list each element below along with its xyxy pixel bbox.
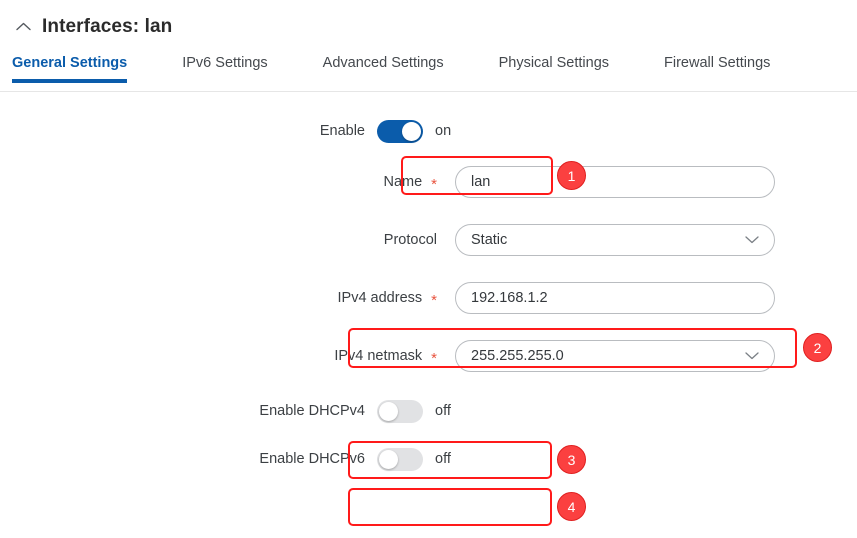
tab-bar: General Settings IPv6 Settings Advanced … (0, 56, 857, 92)
enable-label: Enable (319, 123, 365, 139)
required-marker: * (431, 175, 437, 193)
ipv4-netmask-select[interactable]: 255.255.255.0 (455, 340, 775, 372)
enable-dhcpv4-label: Enable DHCPv4 (259, 403, 365, 419)
protocol-row: Protocol Static (0, 218, 857, 262)
chevron-down-icon (745, 236, 759, 244)
enable-dhcpv6-state-text: off (435, 451, 451, 467)
name-row: Name * lan (0, 160, 857, 204)
general-settings-form: Enable on Name * lan Protocol Static IPv… (0, 112, 857, 478)
required-marker: * (431, 349, 437, 367)
annotation-box-4 (348, 488, 552, 526)
ipv4-netmask-value: 255.255.255.0 (471, 348, 564, 364)
enable-state-text: on (435, 123, 452, 139)
name-label: Name (383, 174, 423, 190)
chevron-up-icon[interactable] (15, 18, 31, 34)
tab-advanced-settings[interactable]: Advanced Settings (323, 56, 444, 82)
annotation-badge-4: 4 (557, 492, 586, 521)
chevron-down-icon (745, 352, 759, 360)
protocol-label: Protocol (383, 232, 437, 248)
tab-general-settings[interactable]: General Settings (12, 56, 128, 82)
enable-dhcpv6-toggle[interactable] (377, 447, 423, 471)
enable-dhcpv4-row: Enable DHCPv4 off (0, 392, 857, 430)
toggle-knob (402, 121, 421, 141)
ipv4-address-row: IPv4 address * 192.168.1.2 (0, 276, 857, 320)
ipv4-netmask-row: IPv4 netmask * 255.255.255.0 (0, 334, 857, 378)
enable-dhcpv6-row: Enable DHCPv6 off (0, 440, 857, 478)
enable-dhcpv6-label: Enable DHCPv6 (259, 451, 365, 467)
name-input[interactable]: lan (455, 166, 775, 198)
required-marker: * (431, 291, 437, 309)
ipv4-address-label: IPv4 address (337, 290, 423, 306)
tab-physical-settings[interactable]: Physical Settings (499, 56, 609, 82)
page-title: Interfaces: lan (42, 15, 173, 37)
ipv4-address-input[interactable]: 192.168.1.2 (455, 282, 775, 314)
enable-toggle-row: Enable on (0, 112, 857, 150)
toggle-knob (379, 401, 398, 421)
enable-toggle[interactable] (377, 119, 423, 143)
enable-dhcpv4-toggle[interactable] (377, 399, 423, 423)
tab-ipv6-settings[interactable]: IPv6 Settings (182, 56, 267, 82)
toggle-knob (379, 449, 398, 469)
protocol-select[interactable]: Static (455, 224, 775, 256)
tab-firewall-settings[interactable]: Firewall Settings (664, 56, 770, 82)
page-header: Interfaces: lan (0, 0, 857, 37)
ipv4-netmask-label: IPv4 netmask (334, 348, 423, 364)
protocol-value: Static (471, 232, 508, 248)
enable-dhcpv4-state-text: off (435, 403, 451, 419)
